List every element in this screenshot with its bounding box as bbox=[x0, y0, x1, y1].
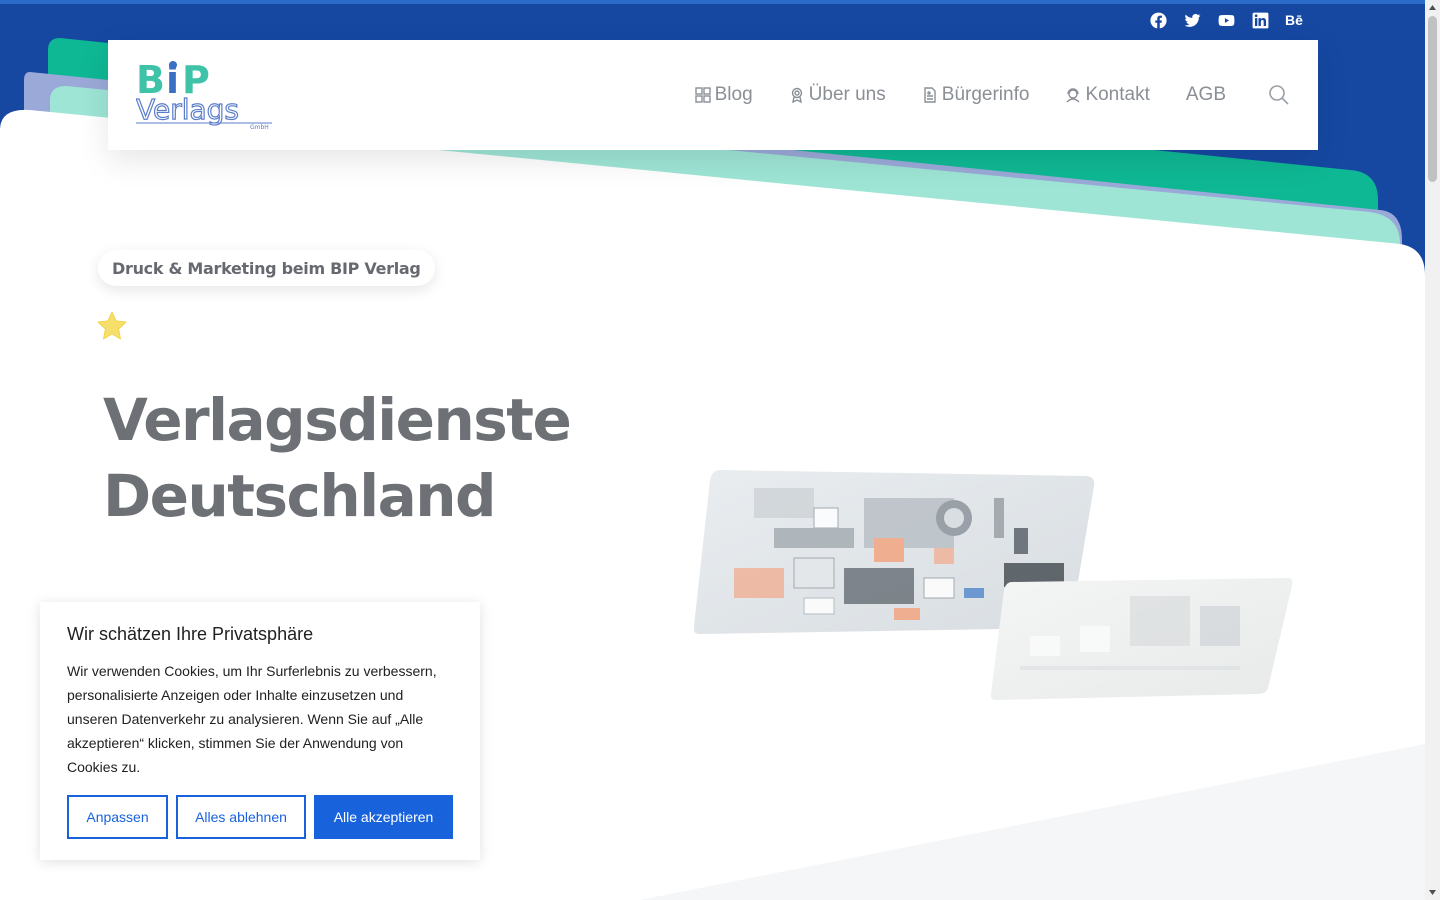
main-nav: Blog Über uns Bürgerinfo Kontakt AGB bbox=[694, 84, 1226, 106]
hero-title: Verlagsdienste Deutschland bbox=[103, 382, 572, 534]
site-logo[interactable]: B i P Verlags GmbH bbox=[135, 58, 276, 131]
cookie-title: Wir schätzen Ihre Privatsphäre bbox=[67, 624, 314, 644]
site-header: B i P Verlags GmbH Blog Über uns Bürgeri… bbox=[108, 40, 1318, 150]
youtube-icon[interactable] bbox=[1216, 10, 1236, 30]
twitter-icon[interactable] bbox=[1182, 10, 1202, 30]
nav-agb[interactable]: AGB bbox=[1186, 84, 1226, 106]
nav-ueber-uns-label: Über uns bbox=[808, 84, 886, 105]
facebook-icon[interactable] bbox=[1148, 10, 1168, 30]
nav-kontakt-label: Kontakt bbox=[1085, 84, 1150, 105]
search-icon[interactable] bbox=[1268, 84, 1290, 106]
cookie-text: Wir verwenden Cookies, um Ihr Surferlebn… bbox=[67, 663, 437, 775]
award-icon bbox=[791, 87, 802, 103]
hero-title-line2: Deutschland bbox=[103, 462, 497, 530]
hero-title-line1: Verlagsdienste bbox=[103, 386, 572, 454]
nav-ueber-uns[interactable]: Über uns bbox=[789, 84, 886, 106]
social-links: Bē bbox=[1148, 10, 1304, 30]
nav-kontakt[interactable]: Kontakt bbox=[1065, 84, 1150, 106]
cookie-consent-banner: Wir schätzen Ihre Privatsphäre Wir verwe… bbox=[40, 602, 480, 860]
scroll-down-arrow-icon[interactable] bbox=[1428, 888, 1437, 897]
page-scrollbar[interactable] bbox=[1425, 0, 1440, 900]
scrollbar-thumb[interactable] bbox=[1428, 16, 1437, 182]
document-icon bbox=[924, 87, 936, 103]
support-icon bbox=[1066, 88, 1080, 103]
nav-buergerinfo-label: Bürgerinfo bbox=[941, 84, 1030, 105]
logo-text-verlags: Verlags bbox=[136, 93, 239, 126]
cookie-accept-button[interactable]: Alle akzeptieren bbox=[314, 795, 453, 839]
cookie-reject-button[interactable]: Alles ablehnen bbox=[176, 795, 306, 839]
hero-image-print-room bbox=[990, 578, 1293, 700]
linkedin-icon[interactable] bbox=[1250, 10, 1270, 30]
behance-label: Bē bbox=[1285, 12, 1303, 28]
logo-text-gmbh: GmbH bbox=[250, 124, 269, 131]
nav-blog-label: Blog bbox=[714, 84, 753, 105]
star-icon bbox=[97, 311, 127, 340]
nav-agb-label: AGB bbox=[1185, 84, 1226, 105]
cookie-buttons: Anpassen Alles ablehnen Alle akzeptieren bbox=[67, 795, 453, 839]
cookie-customize-button[interactable]: Anpassen bbox=[67, 795, 168, 839]
nav-blog[interactable]: Blog bbox=[694, 84, 753, 106]
hero-tagline: Druck & Marketing beim BIP Verlag bbox=[98, 250, 435, 286]
behance-icon[interactable]: Bē bbox=[1284, 10, 1304, 30]
scroll-up-arrow-icon[interactable] bbox=[1428, 3, 1437, 12]
grid-icon bbox=[694, 87, 711, 103]
nav-buergerinfo[interactable]: Bürgerinfo bbox=[922, 84, 1030, 106]
